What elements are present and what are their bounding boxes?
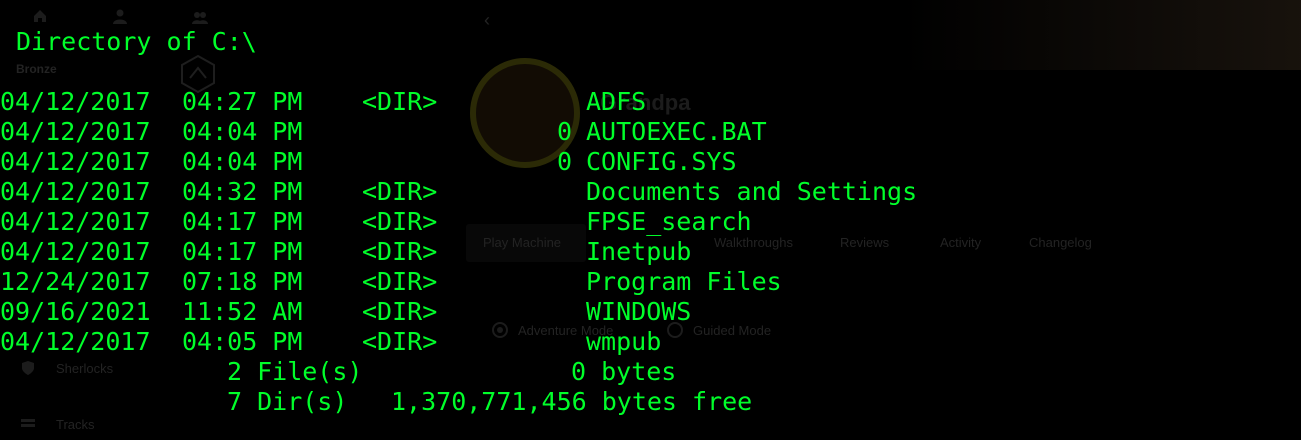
- entry-name: CONFIG.SYS: [586, 147, 737, 176]
- entry-time: 04:32 PM: [182, 177, 303, 206]
- entry-size-cell: [440, 237, 572, 267]
- entry-date: 12/24/2017: [0, 267, 151, 296]
- entry-name: FPSE_search: [586, 207, 752, 236]
- entry-size-cell: 0: [440, 147, 572, 177]
- entry-name: wmpub: [586, 327, 662, 356]
- tab-changelog[interactable]: Changelog: [1029, 235, 1092, 250]
- entry-size: 0: [556, 147, 572, 176]
- entry-name: WINDOWS: [586, 297, 692, 326]
- entry-name: Inetpub: [586, 237, 692, 266]
- dir-entry-row: 04/12/2017 04:04 PM 0 CONFIG.SYS: [0, 147, 1000, 177]
- entry-dir-flag: <DIR>: [362, 177, 438, 206]
- entry-size-cell: [440, 207, 572, 237]
- back-chevron-icon[interactable]: ‹: [484, 10, 490, 31]
- entry-size-cell: [440, 177, 572, 207]
- entry-time: 04:04 PM: [182, 147, 303, 176]
- entry-time: 04:27 PM: [182, 87, 303, 116]
- dir-entry-row: 04/12/2017 04:05 PM <DIR> wmpub: [0, 327, 1000, 357]
- tracks-icon: [21, 419, 35, 427]
- users-icon[interactable]: [192, 10, 208, 26]
- dir-entry-row: 12/24/2017 07:18 PM <DIR> Program Files: [0, 267, 1000, 297]
- entry-dir-flag: <DIR>: [362, 207, 438, 236]
- entry-dir-flag: <DIR>: [362, 297, 438, 326]
- entry-date: 04/12/2017: [0, 327, 151, 356]
- dir-entry-row: 04/12/2017 04:27 PM <DIR> ADFS: [0, 87, 1000, 117]
- dir-entry-row: 04/12/2017 04:32 PM <DIR> Documents and Set…: [0, 177, 1000, 207]
- shield-icon: [22, 361, 34, 375]
- entry-date: 09/16/2021: [0, 297, 151, 326]
- entry-date: 04/12/2017: [0, 117, 151, 146]
- summary-dirs: 7 Dir(s): [227, 387, 348, 416]
- entry-name: Program Files: [586, 267, 782, 296]
- entry-time: 07:18 PM: [182, 267, 303, 296]
- dir-entry-row: 04/12/2017 04:17 PM <DIR> FPSE_search: [0, 207, 1000, 237]
- entry-size-cell: [440, 87, 572, 117]
- entry-time: 11:52 AM: [182, 297, 303, 326]
- entry-size-cell: [440, 327, 572, 357]
- dir-entry-row: 04/12/2017 04:04 PM 0 AUTOEXEC.BAT: [0, 117, 1000, 147]
- summary-files-bytes: 0 bytes: [571, 357, 677, 386]
- dir-entry-row: 04/12/2017 04:17 PM <DIR> Inetpub: [0, 237, 1000, 267]
- user-icon[interactable]: [112, 8, 128, 24]
- entry-time: 04:17 PM: [182, 237, 303, 266]
- entry-date: 04/12/2017: [0, 207, 151, 236]
- summary-files: 2 File(s): [227, 357, 363, 386]
- entry-dir-flag: <DIR>: [362, 327, 438, 356]
- sidebar-item-tracks[interactable]: Tracks: [56, 417, 95, 432]
- directory-header: Directory of C:\: [16, 27, 257, 56]
- entry-dir-flag: <DIR>: [362, 267, 438, 296]
- entry-dir-flag: <DIR>: [362, 87, 438, 116]
- entry-dir-flag: <DIR>: [362, 237, 438, 266]
- summary-dirs-bytes: 1,370,771,456 bytes free: [391, 387, 753, 416]
- entry-time: 04:04 PM: [182, 117, 303, 146]
- entry-time: 04:17 PM: [182, 207, 303, 236]
- entry-date: 04/12/2017: [0, 237, 151, 266]
- entry-size-cell: [440, 267, 572, 297]
- entry-time: 04:05 PM: [182, 327, 303, 356]
- dir-entry-row: 09/16/2021 11:52 AM <DIR> WINDOWS: [0, 297, 1000, 327]
- entry-size-cell: [440, 297, 572, 327]
- entry-name: Documents and Settings: [586, 177, 918, 206]
- entry-name: ADFS: [586, 87, 647, 116]
- entry-size: 0: [556, 117, 572, 146]
- background-glow: [900, 0, 1301, 70]
- entry-size-cell: 0: [440, 117, 572, 147]
- rank-label: Bronze: [16, 62, 57, 76]
- entry-date: 04/12/2017: [0, 87, 151, 116]
- entry-date: 04/12/2017: [0, 147, 151, 176]
- sidebar-item-sherlocks[interactable]: Sherlocks: [56, 361, 113, 376]
- home-icon[interactable]: [32, 8, 48, 24]
- entry-name: AUTOEXEC.BAT: [586, 117, 767, 146]
- entry-date: 04/12/2017: [0, 177, 151, 206]
